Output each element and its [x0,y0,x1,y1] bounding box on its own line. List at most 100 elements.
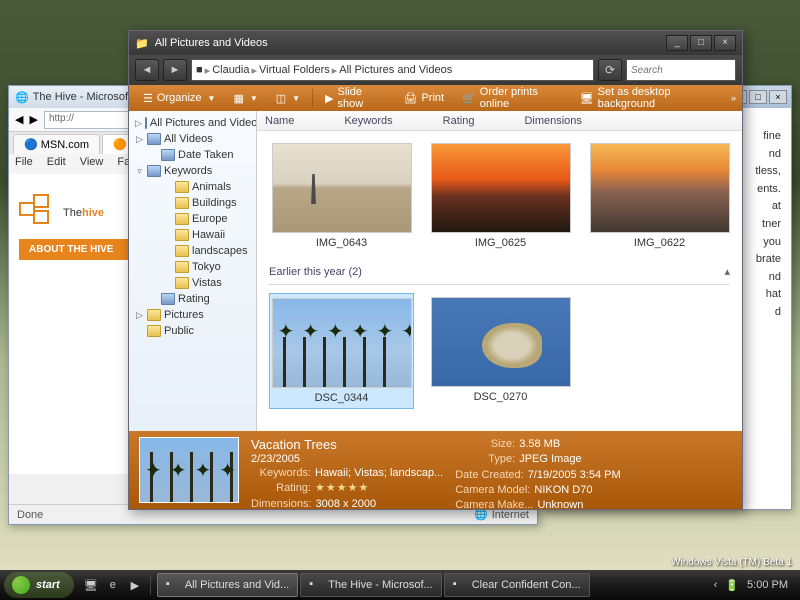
tree-item[interactable]: ▿Keywords [131,163,254,179]
back-button[interactable]: ◄ [135,59,159,81]
tree-item[interactable]: Hawaii [131,227,254,243]
group-header[interactable]: Earlier this year (2) ▴ [269,261,730,285]
chevron-icon[interactable]: » [731,93,736,103]
search-input[interactable] [626,59,736,81]
ql-ie[interactable]: e [104,575,122,595]
tree-item[interactable]: landscapes [131,243,254,259]
expand-icon[interactable] [135,327,144,336]
expand-icon[interactable] [163,183,172,192]
ql-media[interactable]: ▶ [126,575,144,595]
details-title: Vacation Trees [251,437,443,452]
slideshow-button[interactable]: ▶Slide show [317,83,393,113]
folder-icon [175,213,189,225]
expand-icon[interactable]: ▿ [135,167,144,176]
tree-item[interactable]: ▷All Videos [131,131,254,147]
expand-icon[interactable] [149,295,158,304]
breadcrumb[interactable]: ■▸ Claudia▸ Virtual Folders▸ All Picture… [191,59,594,81]
layout-button[interactable]: ◫▼ [268,89,308,108]
expand-icon[interactable]: ▷ [135,135,144,144]
taskbar-button[interactable]: ▪The Hive - Microsof... [300,573,442,597]
views-button[interactable]: ▦▼ [225,89,265,108]
app-icon: ▪ [309,578,323,592]
column-headers[interactable]: Name Keywords Rating Dimensions [257,111,742,131]
command-bar: ☰Organize▼ ▦▼ ◫▼ ▶Slide show 🖨Print 🛒Ord… [129,85,742,111]
tree-item[interactable]: Buildings [131,195,254,211]
folder-icon [147,325,161,337]
thumbnail-image [590,143,730,233]
tree-item[interactable]: Vistas [131,275,254,291]
col-rating[interactable]: Rating [443,115,475,127]
col-name[interactable]: Name [265,115,294,127]
tree-item[interactable]: Rating [131,291,254,307]
expand-icon[interactable]: ▷ [135,311,144,320]
thumbnail-item[interactable]: DSC_0344 [269,293,414,409]
back-icon[interactable]: ◀ [15,113,23,126]
thumbnail-item[interactable]: IMG_0622 [587,139,732,253]
expand-icon[interactable] [163,247,172,256]
bc-allpictures[interactable]: All Pictures and Videos [339,64,452,76]
close-button[interactable]: × [769,90,787,104]
rating-stars[interactable]: ★★★★★ [315,481,369,495]
taskbar-button[interactable]: ▪Clear Confident Con... [444,573,590,597]
forward-button[interactable]: ► [163,59,187,81]
order-prints-button[interactable]: 🛒Order prints online [454,83,570,113]
search-icon [145,117,147,129]
close-button[interactable]: × [714,35,736,51]
expand-icon[interactable] [163,199,172,208]
thumbnail-label: DSC_0344 [315,392,369,404]
organize-button[interactable]: ☰Organize▼ [135,89,223,108]
tree-item[interactable]: Tokyo [131,259,254,275]
thumbnails-area[interactable]: IMG_0643IMG_0625 IMG_0622 Earlier this ye… [257,131,742,431]
maximize-button[interactable]: □ [749,90,767,104]
thumbnail-item[interactable]: DSC_0270 [428,293,573,409]
folder-icon [175,277,189,289]
thumbnail-item[interactable]: IMG_0625 [428,139,573,253]
expand-icon[interactable] [163,215,172,224]
system-tray: ‹ 🔋 5:00 PM [706,579,796,592]
window-title: All Pictures and Videos [155,37,660,49]
start-button[interactable]: start [4,572,74,598]
tree-item[interactable]: Public [131,323,254,339]
collapse-icon[interactable]: ▴ [724,265,730,278]
explorer-window: 📁 All Pictures and Videos _ □ × ◄ ► ■▸ C… [128,30,743,510]
bc-virtualfolders[interactable]: Virtual Folders [259,64,330,76]
bc-claudia[interactable]: Claudia [212,64,249,76]
tree-item[interactable]: ▷Pictures [131,307,254,323]
bc-root-icon[interactable]: ■ [196,64,203,76]
minimize-button[interactable]: _ [666,35,688,51]
col-keywords[interactable]: Keywords [344,115,392,127]
expand-icon[interactable] [163,231,172,240]
tab-msn[interactable]: 🔵MSN.com [13,134,100,154]
ql-show-desktop[interactable]: 🖥 [82,575,100,595]
expand-icon[interactable]: ▷ [135,119,142,128]
explorer-titlebar[interactable]: 📁 All Pictures and Videos _ □ × [129,31,742,55]
slideshow-icon: ▶ [325,92,333,105]
tray-clock[interactable]: 5:00 PM [747,579,788,591]
expand-icon[interactable] [163,279,172,288]
menu-view[interactable]: View [80,156,104,172]
thumbnail-label: IMG_0622 [634,237,685,249]
search-icon [147,165,161,177]
menu-file[interactable]: File [15,156,33,172]
menu-edit[interactable]: Edit [47,156,66,172]
refresh-button[interactable]: ⟳ [598,59,622,81]
tree-item[interactable]: Date Taken [131,147,254,163]
nav-tree: ▷All Pictures and Videos▷All VideosDate … [129,111,257,431]
expand-icon[interactable] [163,263,172,272]
tray-battery-icon[interactable]: 🔋 [725,579,739,592]
col-dimensions[interactable]: Dimensions [524,115,581,127]
tree-item[interactable]: Animals [131,179,254,195]
folder-icon: 📁 [135,37,149,50]
thumbnail-image [272,298,412,388]
taskbar-button[interactable]: ▪All Pictures and Vid... [157,573,298,597]
set-background-button[interactable]: 🖥Set as desktop background [572,83,727,113]
expand-icon[interactable] [149,151,158,160]
print-button[interactable]: 🖨Print [395,89,452,108]
thumbnail-item[interactable]: IMG_0643 [269,139,414,253]
maximize-button[interactable]: □ [690,35,712,51]
tree-item[interactable]: Europe [131,211,254,227]
ie-favicon: 🔵 [24,138,38,151]
forward-icon[interactable]: ▶ [29,113,37,126]
tray-chevron-icon[interactable]: ‹ [714,579,718,591]
tree-item[interactable]: ▷All Pictures and Videos [131,115,254,131]
